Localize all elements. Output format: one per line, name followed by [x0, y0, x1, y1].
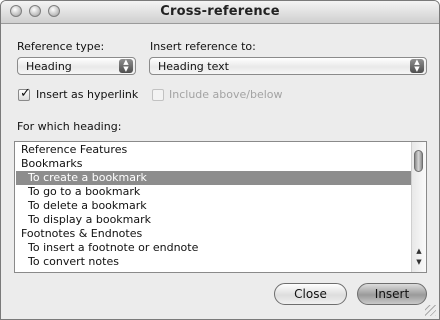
resize-grip-icon[interactable]: [425, 305, 436, 316]
list-item-selected[interactable]: To create a bookmark: [16, 171, 423, 185]
insert-reference-to-value: Heading text: [158, 60, 229, 73]
list-item[interactable]: To convert notes: [16, 255, 423, 269]
scroll-thumb[interactable]: [414, 150, 423, 172]
updown-chevron-icon: ▲ ▼: [119, 59, 133, 73]
list-item[interactable]: To delete a bookmark: [16, 199, 423, 213]
list-item[interactable]: To go to a bookmark: [16, 185, 423, 199]
scroll-down-arrow-icon[interactable]: ▼: [415, 258, 423, 266]
reference-type-popup[interactable]: Heading ▲ ▼: [17, 57, 136, 75]
updown-chevron-icon: ▲ ▼: [410, 59, 424, 73]
insert-button[interactable]: Insert: [357, 283, 427, 305]
list-item[interactable]: Footnotes & Endnotes: [16, 227, 416, 241]
window-title: Cross-reference: [160, 4, 280, 19]
insert-as-hyperlink-checkbox[interactable]: [18, 86, 31, 101]
include-above-below-checkbox: [152, 89, 164, 101]
headings-listbox[interactable]: Reference Features Bookmarks To create a…: [14, 141, 427, 273]
insert-reference-to-label: Insert reference to:: [150, 40, 256, 53]
list-item[interactable]: To insert a footnote or endnote: [16, 241, 423, 255]
scroll-up-arrow-icon[interactable]: ▲: [415, 247, 423, 255]
include-above-below-label: Include above/below: [169, 88, 283, 101]
list-item[interactable]: Reference Features: [16, 143, 416, 157]
list-item[interactable]: To display a bookmark: [16, 213, 423, 227]
vertical-scrollbar[interactable]: ▲ ▼: [411, 142, 426, 272]
close-button[interactable]: Close: [274, 283, 347, 305]
insert-as-hyperlink-label[interactable]: Insert as hyperlink: [36, 88, 138, 101]
cross-reference-dialog: Cross-reference Reference type: Heading …: [0, 0, 440, 320]
reference-type-value: Heading: [26, 60, 72, 73]
list-item[interactable]: Bookmarks: [16, 157, 416, 171]
insert-reference-to-popup[interactable]: Heading text ▲ ▼: [149, 57, 427, 75]
reference-type-label: Reference type:: [17, 40, 105, 53]
title-bar[interactable]: Cross-reference: [1, 1, 439, 24]
for-which-heading-label: For which heading:: [17, 120, 122, 133]
